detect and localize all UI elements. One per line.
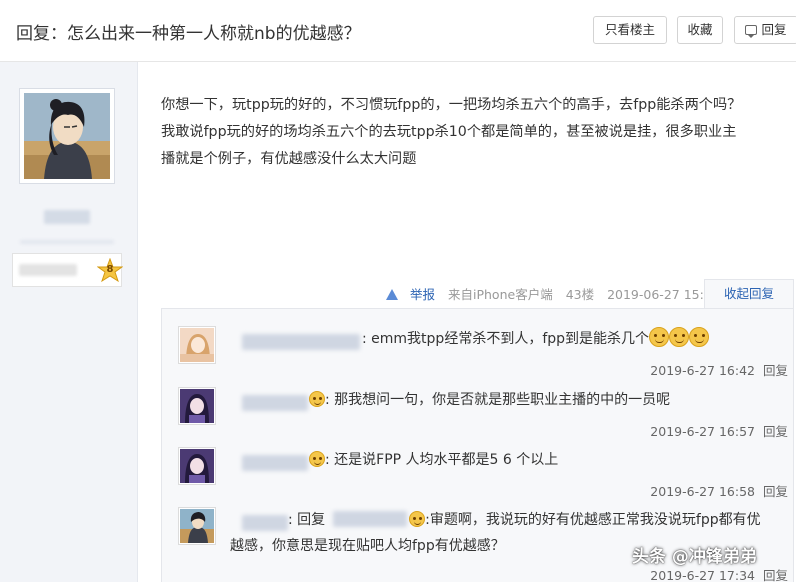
reply-meta: 2019-6-27 16:42 回复: [650, 360, 788, 379]
reply-button-label: 回复: [761, 22, 787, 37]
author-only-button[interactable]: 只看楼主: [593, 16, 667, 44]
reply-text: : emm我tpp经常杀不到人，fpp到是能杀几个: [362, 326, 796, 352]
reply-text: : 那我想问一句，你是否就是那些职业主播的中的一员呢: [309, 387, 796, 413]
reply-body: : emm我tpp经常杀不到人，fpp到是能杀几个: [362, 331, 650, 347]
reply-text: : 还是说FPP 人均水平都是5 6 个以上: [309, 447, 796, 473]
smile-emoji-icon: [309, 451, 325, 467]
mentioned-user-blurred[interactable]: [333, 511, 408, 527]
reply-link[interactable]: 回复: [763, 484, 788, 499]
reply-avatar[interactable]: [178, 447, 216, 485]
reply-body: :审题啊，我说玩的好有优越感正常我没说玩fpp都有优: [425, 512, 761, 528]
forum-title-blurred: [19, 264, 77, 276]
post-line: 你想一下，玩tpp玩的好的，不习惯玩fpp的，一把场均杀五六个的高手，去fpp能…: [161, 97, 742, 113]
reply-body-cont: 越感，你意思是现在贴吧人均fpp有优越感？: [230, 538, 505, 554]
smile-emoji-icon: [689, 327, 710, 347]
level-number: 8: [106, 264, 114, 275]
post-content: 你想一下，玩tpp玩的好的，不习惯玩fpp的，一把场均杀五六个的高手，去fpp能…: [161, 92, 786, 173]
reply-text: : 回复 :审题啊，我说玩的好有优越感正常我没说玩fpp都有优: [288, 507, 788, 533]
thread-title: 回复：怎么出来一种第一人称就nb的优越感？: [16, 24, 361, 44]
reply-link[interactable]: 回复: [763, 568, 788, 582]
reply-username-blurred[interactable]: [242, 395, 308, 411]
user-avatar[interactable]: [19, 88, 115, 184]
post-meta: 举报 来自iPhone客户端 43楼 2019-06-27 15:01: [386, 284, 720, 303]
reply-avatar[interactable]: [178, 507, 216, 545]
client-source: 来自iPhone客户端: [448, 287, 553, 302]
reply-panel: : emm我tpp经常杀不到人，fpp到是能杀几个 2019-6-27 16:4…: [161, 308, 794, 582]
reply-button[interactable]: 回复: [734, 16, 796, 44]
reply-time: 2019-6-27 16:57: [650, 424, 755, 439]
reply-link[interactable]: 回复: [763, 363, 788, 378]
reply-item: : 还是说FPP 人均水平都是5 6 个以上 2019-6-27 16:58 回复: [178, 447, 788, 500]
reply-meta: 2019-6-27 16:58 回复: [650, 481, 788, 500]
divider: [20, 240, 114, 244]
post-line: 我敢说fpp玩的好的场均杀五六个的去玩tpp杀10个都是简单的，甚至被说是挂，很…: [161, 124, 737, 140]
reply-item: : emm我tpp经常杀不到人，fpp到是能杀几个 2019-6-27 16:4…: [178, 326, 788, 379]
watermark: 头条 @冲锋弟弟: [632, 547, 757, 567]
level-badge[interactable]: 8: [12, 253, 123, 287]
report-link[interactable]: 举报: [386, 287, 435, 302]
post-time: 2019-06-27 15:01: [607, 287, 720, 302]
collapse-replies-button[interactable]: 收起回复: [704, 279, 794, 309]
reply-avatar[interactable]: [178, 387, 216, 425]
anime-avatar-icon: [180, 449, 214, 483]
reply-body: : 那我想问一句，你是否就是那些职业主播的中的一员呢: [325, 392, 671, 408]
favorite-button[interactable]: 收藏: [677, 16, 723, 44]
smile-emoji-icon: [649, 327, 670, 347]
user-sidebar: 8: [0, 62, 138, 582]
reply-item: : 那我想问一句，你是否就是那些职业主播的中的一员呢 2019-6-27 16:…: [178, 387, 788, 440]
anime-avatar-icon: [180, 389, 214, 423]
smile-emoji-icon: [669, 327, 690, 347]
smile-emoji-icon: [409, 511, 426, 527]
reply-meta: 2019-6-27 17:34 回复: [650, 565, 788, 582]
girl-avatar-icon: [180, 328, 214, 362]
reply-time: 2019-6-27 16:58: [650, 484, 755, 499]
comment-icon: [745, 25, 758, 38]
reply-prefix: : 回复: [288, 512, 326, 528]
username-blurred[interactable]: [44, 210, 90, 224]
reply-time: 2019-6-27 17:34: [650, 568, 755, 582]
floor-number: 43楼: [565, 287, 595, 302]
warning-icon: [386, 289, 398, 300]
reply-time: 2019-6-27 16:42: [650, 363, 755, 378]
anime-avatar-icon: [24, 93, 110, 179]
smile-emoji-icon: [309, 391, 325, 407]
reply-body: : 还是说FPP 人均水平都是5 6 个以上: [325, 452, 559, 468]
reply-avatar[interactable]: [178, 326, 216, 364]
reply-username-blurred[interactable]: [242, 334, 360, 350]
post-line: 播就是个例子，有优越感没什么太大问题: [161, 151, 417, 167]
reply-username-blurred[interactable]: [242, 515, 288, 531]
reply-username-blurred[interactable]: [242, 455, 308, 471]
reply-meta: 2019-6-27 16:57 回复: [650, 421, 788, 440]
anime-avatar-icon: [180, 509, 214, 543]
report-label: 举报: [410, 287, 436, 302]
reply-link[interactable]: 回复: [763, 424, 788, 439]
thread-header: 回复：怎么出来一种第一人称就nb的优越感？ 只看楼主 收藏 回复: [0, 0, 796, 62]
